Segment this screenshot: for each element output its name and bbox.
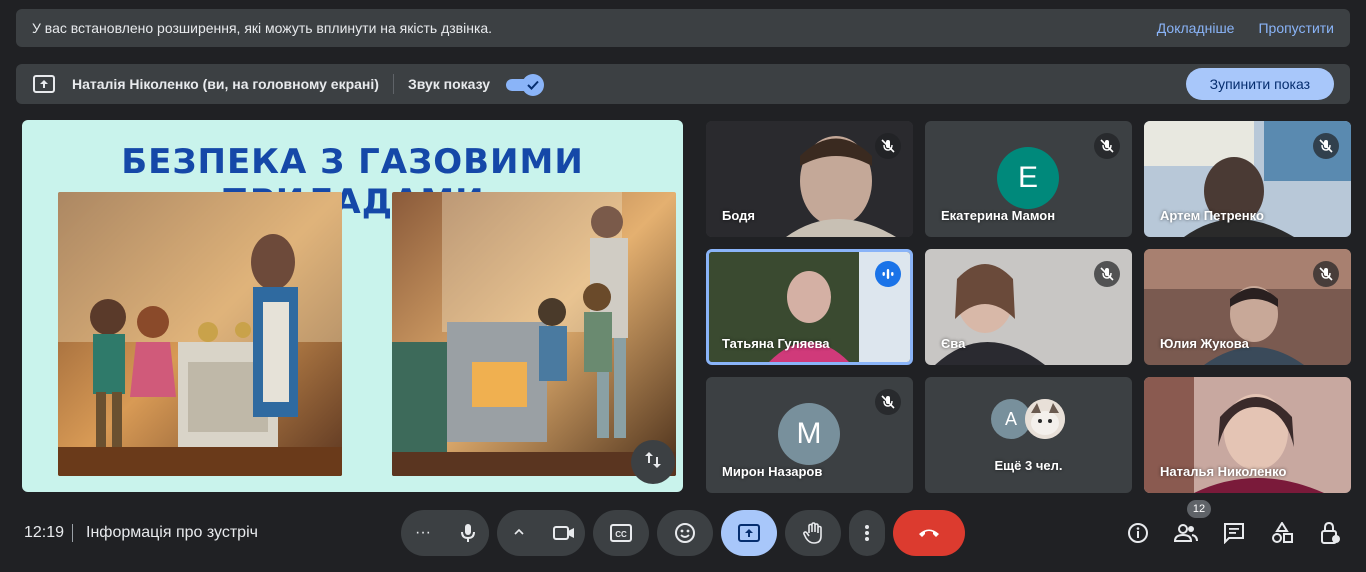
people-icon (1174, 524, 1198, 542)
more-participants-label: Ещё 3 чел. (994, 458, 1063, 473)
shared-screen: БЕЗПЕКА З ГАЗОВИМИ ПРИЛАДАМИ (22, 120, 683, 492)
participant-tile[interactable]: Наталья Николенко (1144, 377, 1351, 493)
lock-person-icon (1321, 522, 1340, 544)
swap-layout-button[interactable] (631, 440, 675, 484)
presenter-label: Наталія Ніколенко (ви, на головному екра… (72, 76, 379, 92)
participant-tile[interactable]: Єва (925, 249, 1132, 365)
captions-button[interactable]: CC (593, 510, 649, 556)
kitchen-illustration-right (392, 192, 676, 476)
mic-off-icon (1313, 133, 1339, 159)
captions-icon: CC (610, 524, 632, 542)
participant-tile-speaking[interactable]: Татьяна Гуляева (706, 249, 913, 365)
kitchen-illustration-left (58, 192, 342, 476)
clock: 12:19 (24, 524, 65, 541)
participant-tile[interactable]: Юлия Жукова (1144, 249, 1351, 365)
hand-icon (803, 522, 822, 544)
chat-button[interactable] (1219, 518, 1249, 548)
participant-name: Єва (941, 336, 966, 351)
banner-text: У вас встановлено розширення, які можуть… (32, 20, 493, 36)
raise-hand-button[interactable] (785, 510, 841, 556)
extensions-warning-banner: У вас встановлено розширення, які можуть… (16, 9, 1350, 47)
leave-call-button[interactable] (893, 510, 965, 556)
control-bar: 12:19 Інформація про зустріч ··· CC (0, 508, 1366, 572)
avatar: E (997, 147, 1059, 209)
camera-icon (553, 526, 574, 540)
end-call-icon (919, 529, 939, 537)
mic-off-icon (875, 133, 901, 159)
participant-name: Бодя (722, 208, 755, 223)
mic-off-icon (1094, 261, 1120, 287)
present-button[interactable] (721, 510, 777, 556)
camera-button[interactable] (543, 512, 585, 554)
present-screen-icon (738, 524, 760, 542)
participant-name: Наталья Николенко (1160, 464, 1287, 479)
mic-off-icon (1313, 261, 1339, 287)
mic-off-icon (1094, 133, 1120, 159)
present-screen-icon (32, 74, 56, 94)
more-options-button[interactable] (849, 510, 885, 556)
host-controls-button[interactable] (1315, 518, 1345, 548)
camera-button-group (497, 510, 585, 556)
more-dots-icon[interactable]: ··· (415, 524, 431, 542)
shapes-icon (1272, 522, 1293, 543)
meeting-details-button[interactable] (1123, 518, 1153, 548)
stop-presenting-button[interactable]: Зупинити показ (1185, 68, 1334, 100)
participant-tile[interactable]: E Екатерина Мамон (925, 121, 1132, 237)
mic-off-icon (875, 389, 901, 415)
more-participants-tile[interactable]: A Ещё 3 чел. (925, 377, 1132, 493)
share-sound-toggle[interactable] (506, 74, 545, 96)
meeting-info-link[interactable]: Інформація про зустріч (86, 524, 258, 542)
reactions-button[interactable] (657, 510, 713, 556)
mic-icon (461, 524, 475, 542)
participant-name: Екатерина Мамон (941, 208, 1056, 223)
mic-button-group: ··· (401, 510, 489, 556)
participant-name: Юлия Жукова (1160, 336, 1249, 351)
swap-icon (643, 450, 663, 475)
chat-icon (1224, 523, 1244, 544)
svg-text:CC: CC (615, 530, 627, 539)
participant-tile[interactable]: Артем Петренко (1144, 121, 1351, 237)
chevron-up-icon[interactable] (513, 522, 525, 547)
divider (72, 524, 73, 542)
skip-link[interactable]: Пропустити (1258, 20, 1334, 36)
cat-avatar-icon (1025, 399, 1065, 439)
people-button[interactable] (1171, 518, 1201, 548)
avatar: M (778, 403, 840, 465)
sound-label: Звук показу (407, 76, 491, 92)
participant-tile[interactable]: Бодя (706, 121, 913, 237)
info-icon (1128, 523, 1148, 543)
emoji-icon (675, 523, 695, 543)
details-link[interactable]: Докладніше (1157, 20, 1235, 36)
participant-name: Мирон Назаров (722, 464, 823, 479)
speaking-indicator-icon (875, 261, 901, 287)
presenting-bar: Наталія Ніколенко (ви, на головному екра… (16, 64, 1350, 104)
mic-button[interactable] (447, 512, 489, 554)
participant-name: Татьяна Гуляева (722, 336, 830, 351)
participant-count-badge: 12 (1187, 500, 1211, 518)
participant-name: Артем Петренко (1160, 208, 1264, 223)
check-icon (522, 74, 545, 96)
activities-button[interactable] (1267, 518, 1297, 548)
participant-tile[interactable]: M Мирон Назаров (706, 377, 913, 493)
divider (392, 74, 394, 94)
more-vert-icon (865, 525, 869, 541)
